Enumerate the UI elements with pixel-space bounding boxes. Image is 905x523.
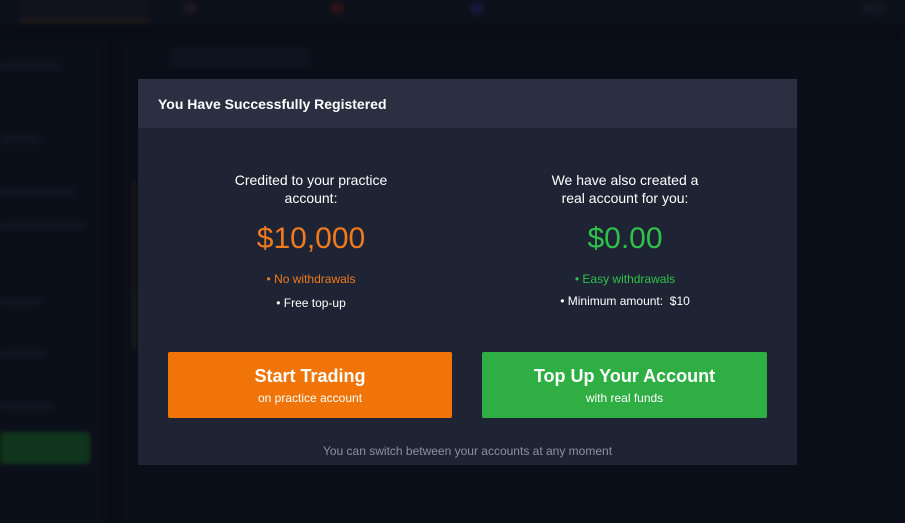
switch-accounts-note: You can switch between your accounts at … — [322, 444, 613, 458]
real-feature-easy-withdrawals: • Easy withdrawals — [574, 272, 676, 286]
practice-feature-free-topup: • Free top-up — [276, 296, 346, 310]
top-up-sublabel: with real funds — [585, 390, 664, 405]
real-feature-minimum-amount: • Minimum amount: $10 — [560, 294, 690, 308]
real-account-caption: We have also created a real account for … — [482, 171, 768, 207]
start-trading-sublabel: on practice account — [257, 390, 363, 405]
registration-success-dialog: You Have Successfully Registered Credite… — [138, 79, 797, 465]
real-balance: $0.00 — [587, 222, 663, 255]
practice-account-caption: Credited to your practice account: — [168, 171, 454, 207]
practice-account-panel: Credited to your practice account: $10,0… — [168, 171, 454, 311]
top-up-label: Top Up Your Account — [533, 365, 716, 386]
real-caption-line: real account for you: — [561, 190, 689, 206]
practice-feature-no-withdrawals: • No withdrawals — [266, 272, 356, 286]
start-trading-button[interactable]: Start Trading on practice account — [168, 352, 452, 418]
practice-caption-line: Credited to your practice — [234, 172, 388, 188]
start-trading-label: Start Trading — [254, 365, 366, 386]
top-up-account-button[interactable]: Top Up Your Account with real funds — [482, 352, 767, 418]
dialog-header: You Have Successfully Registered — [138, 79, 797, 128]
real-account-panel: We have also created a real account for … — [482, 171, 768, 309]
real-caption-line: We have also created a — [551, 172, 699, 188]
practice-balance: $10,000 — [256, 222, 366, 255]
dialog-title: You Have Successfully Registered — [158, 95, 387, 112]
practice-caption-line: account: — [284, 190, 338, 206]
